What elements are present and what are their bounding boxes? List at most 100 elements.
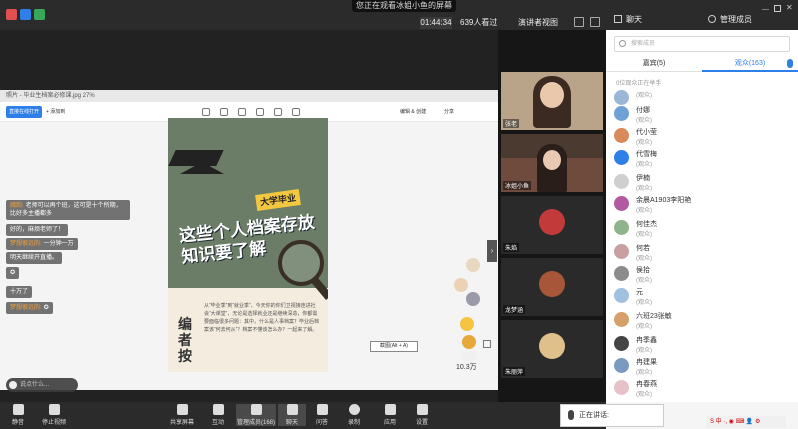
chat-message: 明天继续开直播。 bbox=[6, 252, 63, 264]
collapse-arrow-icon[interactable]: › bbox=[487, 240, 497, 262]
avatar bbox=[614, 312, 629, 327]
member-row[interactable]: 六班23张敏 (观众) bbox=[614, 310, 790, 332]
zoom-icon[interactable] bbox=[202, 108, 210, 116]
interact-icon bbox=[212, 404, 224, 415]
member-search-input[interactable]: 搜索成员 bbox=[614, 36, 790, 52]
avatar bbox=[614, 220, 629, 235]
grid-icon[interactable] bbox=[574, 17, 584, 27]
participant-name: 张老 bbox=[503, 119, 520, 128]
bottom-toolbar: 静音 停止视频 共享屏幕 互动 管理成员(168) 聊天 问答 录制 应用 设置 bbox=[0, 402, 606, 429]
speaker-mic-icon bbox=[568, 410, 574, 420]
tab-hosts[interactable]: 嘉宾(5) bbox=[606, 58, 702, 70]
tab-members[interactable]: 管理成员 bbox=[720, 14, 752, 25]
zoom-out-icon[interactable] bbox=[220, 108, 228, 116]
video-tile[interactable]: 冰姐小鱼 bbox=[501, 134, 603, 192]
chat-message: 好的，麻烦老师了！ bbox=[6, 224, 69, 236]
clap-emoji-icon bbox=[462, 335, 476, 349]
fullscreen-icon[interactable] bbox=[590, 17, 600, 27]
member-row[interactable]: 代雪梅 (观众) bbox=[614, 148, 790, 170]
member-row[interactable]: 冉建果 (观众) bbox=[614, 356, 790, 378]
rotate-icon[interactable] bbox=[274, 108, 282, 116]
manage-members-button[interactable]: 管理成员(168) bbox=[236, 404, 276, 426]
crop-icon[interactable] bbox=[292, 108, 300, 116]
member-row[interactable]: 付娜 (观众) bbox=[614, 104, 790, 126]
participant-name: 冰姐小鱼 bbox=[503, 181, 532, 190]
graduation-poster: 大学毕业 这些个人档案存放知识要了解 编者按 从“毕业季”到“就业季”，今天你的… bbox=[168, 118, 328, 372]
screenshot-tooltip: 截图(Alt + A) bbox=[370, 341, 418, 352]
member-row[interactable]: 伊楠 (观众) bbox=[614, 172, 790, 194]
favorite-icon[interactable] bbox=[256, 108, 264, 116]
record-button[interactable]: 录制 bbox=[336, 404, 372, 426]
share-button[interactable]: 分享 bbox=[444, 106, 454, 118]
participant-avatar bbox=[539, 271, 565, 297]
member-row[interactable]: 元 (观众) bbox=[614, 286, 790, 308]
video-tile[interactable]: 朱焰 bbox=[501, 196, 603, 254]
emoji-icon[interactable] bbox=[9, 381, 17, 389]
viewer-count[interactable]: 639人看过 bbox=[460, 17, 497, 29]
expand-icon[interactable] bbox=[483, 340, 491, 348]
question-icon bbox=[316, 404, 328, 415]
minimize-icon[interactable]: — bbox=[762, 6, 769, 13]
chat-message: 梦想很远的: ✪ bbox=[6, 302, 53, 314]
viewer-avatar bbox=[466, 292, 480, 306]
raise-hand-icon[interactable] bbox=[787, 59, 793, 68]
participant-name: 龙梦涵 bbox=[503, 305, 526, 314]
tab-chat[interactable]: 聊天 bbox=[626, 14, 642, 25]
participant-avatar bbox=[539, 209, 565, 235]
share-screen-button[interactable]: 共享屏幕 bbox=[164, 404, 200, 426]
chat-button[interactable]: 聊天 bbox=[278, 404, 306, 426]
open-online-button[interactable]: 直接在线打开 bbox=[6, 106, 42, 118]
video-tile[interactable]: 张老 bbox=[501, 72, 603, 130]
member-row[interactable]: 余晨A1903李阳艳 (观众) bbox=[614, 194, 790, 216]
apps-button[interactable]: 应用 bbox=[372, 404, 408, 426]
participant-avatar bbox=[539, 333, 565, 359]
member-row[interactable]: 代小莹 (观众) bbox=[614, 126, 790, 148]
signal-icon bbox=[34, 9, 45, 20]
thumbs-up-icon bbox=[454, 278, 468, 292]
record-status-icon bbox=[6, 9, 17, 20]
tab-audience[interactable]: 观众(163) bbox=[702, 58, 798, 72]
shared-screen: 照片 - 毕业生档案必修课.jpg 27% 直接在线打开 + 添加到 编辑 & … bbox=[0, 30, 498, 402]
avatar bbox=[614, 90, 629, 105]
laugh-emoji-icon bbox=[460, 317, 474, 331]
stop-video-button[interactable]: 停止视频 bbox=[36, 404, 72, 426]
chat-message: 十万了 bbox=[6, 286, 33, 298]
interact-button[interactable]: 互动 bbox=[200, 404, 236, 426]
add-to-button[interactable]: + 添加到 bbox=[46, 106, 65, 118]
role-tabs: 嘉宾(5) 观众(163) bbox=[606, 56, 798, 72]
video-tile[interactable]: 朱丽萍 bbox=[501, 320, 603, 378]
chat-message: 梦想很远的: 一分钟一万 bbox=[6, 238, 78, 250]
member-row[interactable]: 何若 (观众) bbox=[614, 242, 790, 264]
security-icon[interactable] bbox=[20, 9, 31, 20]
member-row[interactable]: 冉春燕 (观众) bbox=[614, 378, 790, 400]
view-mode-button[interactable]: 演讲者视图 bbox=[518, 17, 558, 29]
maximize-icon[interactable] bbox=[774, 5, 781, 12]
avatar bbox=[614, 358, 629, 373]
ime-toolbar[interactable]: S 中 ·, ◉ ⌨ 👤 ⚙ bbox=[706, 416, 786, 428]
avatar bbox=[614, 128, 629, 143]
delete-icon[interactable] bbox=[238, 108, 246, 116]
avatar bbox=[614, 288, 629, 303]
member-row[interactable]: 侯拾 (观众) bbox=[614, 264, 790, 286]
participant-name: 朱焰 bbox=[503, 243, 520, 252]
mute-button[interactable]: 静音 bbox=[0, 404, 36, 426]
close-icon[interactable]: ✕ bbox=[786, 3, 793, 12]
video-tile[interactable]: 龙梦涵 bbox=[501, 258, 603, 316]
participant-face bbox=[543, 150, 561, 170]
thumbs-up-icon bbox=[466, 258, 480, 272]
graduation-cap-base bbox=[180, 162, 224, 174]
qa-button[interactable]: 问答 bbox=[304, 404, 340, 426]
members-icon bbox=[250, 404, 262, 415]
member-row[interactable]: 何佳杰 (观众) bbox=[614, 218, 790, 240]
record-icon bbox=[348, 404, 360, 415]
member-row[interactable]: 冉季鑫 (观众) bbox=[614, 334, 790, 356]
video-column: 张老 冰姐小鱼 朱焰 龙梦涵 朱丽萍 bbox=[498, 30, 606, 402]
chat-icon bbox=[286, 404, 298, 415]
avatar bbox=[614, 106, 629, 121]
editor-note-body: 从“毕业季”到“就业季”，今天你的你们卫视接连进社会“大课堂”，无论是选择就业还… bbox=[204, 303, 320, 333]
chat-message: 嫣韵: 老师可以再个班，这可是十个所期，比好多主播都多 bbox=[6, 200, 130, 220]
settings-button[interactable]: 设置 bbox=[404, 404, 440, 426]
avatar bbox=[614, 244, 629, 259]
meeting-timer: 01:44:34 bbox=[420, 17, 452, 29]
edit-create-button[interactable]: 编辑 & 创建 bbox=[400, 106, 426, 118]
